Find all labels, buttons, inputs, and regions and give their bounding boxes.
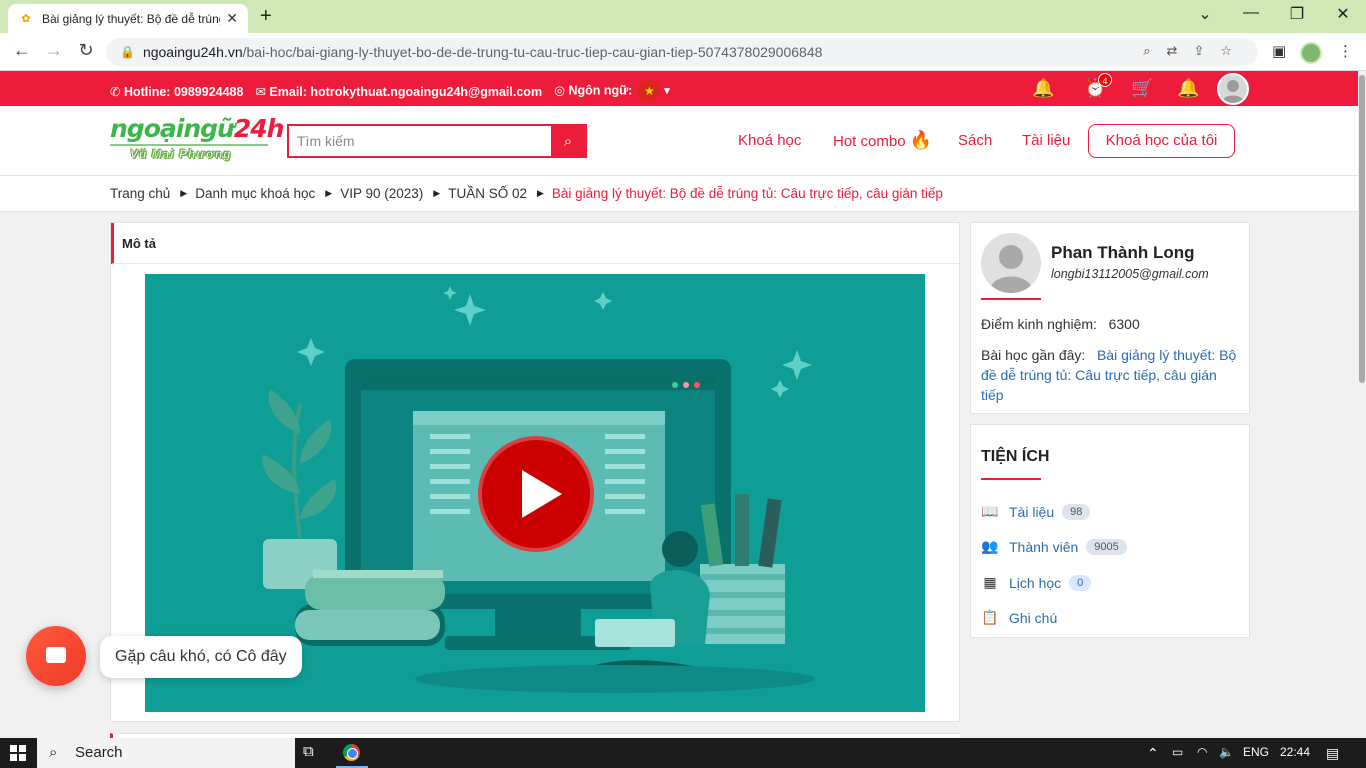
tools-divider — [981, 478, 1041, 480]
wifi-icon[interactable]: ◠ — [1197, 745, 1207, 759]
browser-menu-icon[interactable]: ⋮ — [1338, 42, 1353, 60]
windows-start-icon[interactable] — [10, 745, 26, 761]
breadcrumb-bar: Trang chủ ▶ Danh mục khoá học ▶ VIP 90 (… — [0, 176, 1358, 212]
hotline-link[interactable]: ✆ Hotline: 0989924488 — [110, 84, 243, 99]
site-logo[interactable]: ngoạingữ24h Vũ Mai Phương — [110, 114, 284, 168]
tab-search-icon[interactable]: ⌄ — [1182, 4, 1228, 24]
clock[interactable]: 22:44 — [1280, 745, 1310, 759]
calendar-icon: ▦ — [983, 574, 997, 590]
chat-button[interactable] — [26, 626, 86, 686]
vietnam-flag-icon: ★ — [638, 80, 661, 102]
close-window-button[interactable]: ✕ — [1320, 4, 1366, 24]
chat-bubble-icon — [46, 647, 66, 663]
lock-icon[interactable]: 🔒 — [120, 45, 135, 59]
breadcrumb-separator-icon: ▶ — [180, 188, 188, 198]
book-icon: 📖 — [981, 503, 999, 519]
search-icon: ⌕ — [49, 744, 58, 761]
chrome-icon — [343, 744, 360, 761]
browser-toolbar: ← → ↻ 🔒 ngoaingu24h.vn/bai-hoc/bai-giang… — [0, 33, 1366, 71]
recent-lesson: Bài học gần đây: Bài giảng lý thuyết: Bộ… — [981, 347, 1237, 403]
site-favicon-icon: ✿ — [21, 13, 31, 25]
url-path: /bai-hoc/bai-giang-ly-thuyet-bo-de-de-tr… — [242, 44, 823, 60]
breadcrumb-separator-icon: ▶ — [536, 188, 544, 198]
new-tab-button[interactable]: + — [260, 5, 272, 28]
experience-points: Điểm kinh nghiệm: 6300 — [981, 316, 1140, 332]
profile-avatar — [981, 233, 1041, 293]
volume-icon[interactable]: 🔈 — [1219, 745, 1234, 759]
bell-gold-icon[interactable]: 🔔 — [1032, 78, 1054, 99]
tray-overflow-icon[interactable]: ⌃ — [1147, 745, 1159, 762]
search-input[interactable] — [289, 126, 551, 156]
browser-tab-strip: ✿ Bài giảng lý thuyết: Bộ đề dễ trúng ✕ … — [0, 0, 1366, 33]
site-header: ngoạingữ24h Vũ Mai Phương ⌕ Khoá học Hot… — [0, 106, 1358, 176]
my-courses-button[interactable]: Khoá học của tôi — [1088, 124, 1235, 158]
url-host: ngoaingu24h.vn — [142, 44, 243, 60]
nav-courses[interactable]: Khoá học — [738, 132, 801, 149]
task-view-icon[interactable]: ⧉ — [303, 743, 314, 760]
browser-tab-active[interactable]: ✿ Bài giảng lý thuyết: Bộ đề dễ trúng ✕ — [8, 4, 248, 33]
tool-members[interactable]: 👥 Thành viên 9005 — [981, 538, 1127, 555]
user-avatar[interactable] — [1217, 73, 1249, 105]
profile-name: Phan Thành Long — [1051, 243, 1195, 262]
play-button[interactable] — [478, 436, 594, 552]
side-panel-icon[interactable]: ▣ — [1272, 42, 1286, 60]
search-button[interactable]: ⌕ — [551, 126, 585, 156]
chrome-taskbar-button[interactable] — [336, 738, 368, 768]
breadcrumb-separator-icon: ▶ — [325, 188, 333, 198]
reload-icon[interactable]: ↻ — [74, 40, 98, 61]
battery-icon[interactable]: ▭ — [1172, 745, 1183, 759]
nav-hot-combo[interactable]: Hot combo 🔥 — [833, 130, 932, 151]
taskbar-search[interactable]: ⌕ Search — [37, 738, 295, 768]
omnibox-actions[interactable]: ⌕⇄⇪☆ — [1143, 43, 1248, 59]
cart-icon[interactable]: 🛒 — [1131, 78, 1153, 99]
breadcrumb-separator-icon: ▶ — [433, 188, 441, 198]
input-language[interactable]: ENG — [1243, 745, 1269, 759]
windows-taskbar: ⌕ Search ⧉ ⌃ ▭ ◠ 🔈 ENG 22:44 ▤ — [0, 738, 1366, 768]
forward-arrow-icon[interactable]: → — [42, 40, 66, 61]
tools-card: TIỆN ÍCH 📖 Tài liệu 98 👥 Thành viên 9005… — [970, 424, 1250, 638]
nav-books[interactable]: Sách — [958, 132, 992, 149]
close-tab-icon[interactable]: ✕ — [226, 10, 238, 27]
play-icon — [522, 470, 562, 518]
breadcrumb-home[interactable]: Trang chủ — [110, 186, 170, 201]
back-arrow-icon[interactable]: ← — [10, 40, 34, 61]
documents-count: 98 — [1062, 503, 1091, 520]
minimize-button[interactable]: — — [1228, 4, 1274, 22]
section-title: Mô tả — [111, 223, 959, 264]
breadcrumb-category[interactable]: Danh mục khoá học — [195, 186, 315, 201]
restore-button[interactable]: ❐ — [1274, 4, 1320, 24]
notification-bell-icon[interactable]: 🔔 — [1177, 78, 1199, 99]
search-icon: ⌕ — [563, 132, 573, 150]
tools-title: TIỆN ÍCH — [981, 448, 1050, 465]
site-topbar: ✆ Hotline: 0989924488 ✉ Email: hotrokyth… — [0, 71, 1358, 106]
breadcrumb-week[interactable]: TUẦN SỐ 02 — [448, 186, 527, 201]
address-bar[interactable]: 🔒 ngoaingu24h.vn/bai-hoc/bai-giang-ly-th… — [106, 38, 1258, 66]
tool-schedule[interactable]: ▦ Lịch học 0 — [981, 574, 1092, 591]
site-search: ⌕ — [287, 124, 587, 158]
members-count: 9005 — [1086, 538, 1127, 555]
nav-documents[interactable]: Tài liệu — [1022, 132, 1070, 149]
breadcrumb: Trang chủ ▶ Danh mục khoá học ▶ VIP 90 (… — [110, 186, 943, 201]
breadcrumb-course[interactable]: VIP 90 (2023) — [340, 186, 423, 201]
chat-tooltip[interactable]: Gặp câu khó, có Cô đây — [100, 636, 302, 678]
browser-profile-icon[interactable] — [1300, 42, 1322, 64]
tool-notes[interactable]: 📋 Ghi chú — [981, 609, 1057, 626]
language-selector[interactable]: ◎ Ngôn ngữ: ★ ▾ — [554, 80, 670, 102]
clipboard-icon: 📋 — [981, 609, 999, 625]
tool-documents[interactable]: 📖 Tài liệu 98 — [981, 503, 1091, 520]
schedule-count: 0 — [1069, 574, 1092, 591]
page-scrollbar-thumb[interactable] — [1359, 75, 1365, 383]
breadcrumb-current: Bài giảng lý thuyết: Bộ đề dễ trúng tủ: … — [551, 186, 943, 201]
profile-divider — [981, 298, 1041, 300]
tab-title: Bài giảng lý thuyết: Bộ đề dễ trúng — [42, 11, 221, 26]
fire-icon: 🔥 — [909, 130, 933, 150]
notification-center-icon[interactable]: ▤ — [1326, 745, 1339, 762]
email-link[interactable]: ✉ Email: hotrokythuat.ngoaingu24h@gmail.… — [255, 84, 542, 99]
profile-card: Phan Thành Long longbi13112005@gmail.com… — [970, 222, 1250, 414]
alarm-badge: 4 — [1098, 73, 1112, 87]
users-icon: 👥 — [981, 538, 999, 554]
profile-email: longbi13112005@gmail.com — [1051, 267, 1209, 281]
